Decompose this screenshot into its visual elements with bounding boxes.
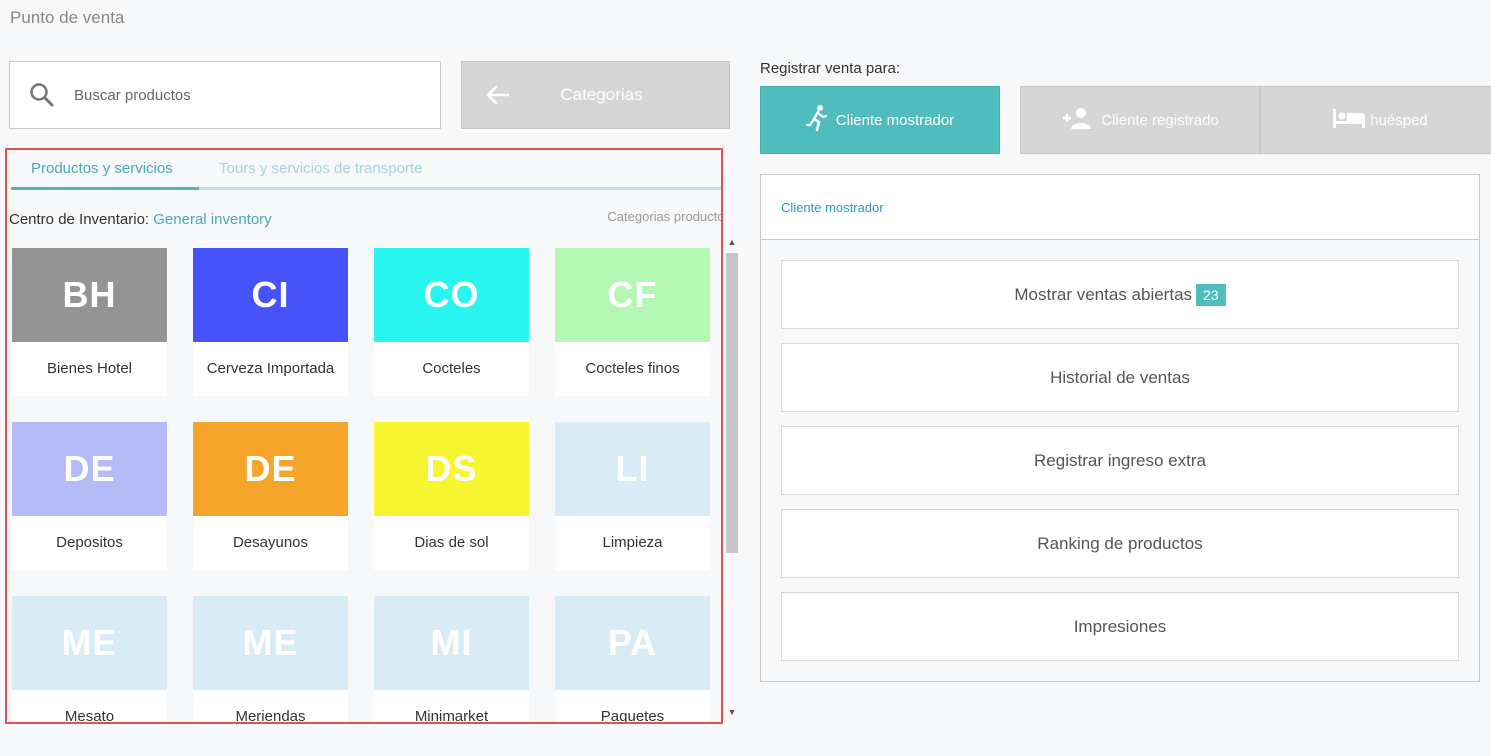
product-card[interactable]: CO Cocteles [374,248,529,396]
search-input[interactable] [74,86,404,104]
product-card[interactable]: ME Meriendas [193,596,348,724]
product-swatch: DE [12,422,167,516]
product-label: Cocteles finos [585,360,680,377]
product-label: Cocteles [422,360,481,377]
product-label: Limpieza [602,534,663,551]
product-label: Paquetes [600,708,665,724]
product-swatch: CI [193,248,348,342]
product-card[interactable]: LI Limpieza [555,422,710,570]
scroll-up-icon[interactable]: ▲ [724,235,740,249]
register-sale-label: Registrar venta para: [760,60,901,77]
inventory-row: Centro de Inventario: General inventory … [9,209,721,228]
register-extra-income-button[interactable]: Registrar ingreso extra [781,426,1459,495]
product-categories-link[interactable]: Categorias productos [607,209,721,224]
sales-history-button[interactable]: Historial de ventas [781,343,1459,412]
product-swatch: ME [12,596,167,690]
client-panel-title: Cliente mostrador [761,175,1479,240]
product-swatch: CO [374,248,529,342]
product-swatch: BH [12,248,167,342]
show-open-sales-button[interactable]: Mostrar ventas abiertas 23 [781,260,1459,329]
printing-label: Impresiones [1073,616,1167,636]
product-label: Mesato [64,708,115,724]
product-label: Cerveza Importada [206,360,335,377]
product-swatch: PA [555,596,710,690]
page-title: Punto de venta [10,8,125,27]
product-label: Meriendas [235,708,306,724]
printing-button[interactable]: Impresiones [781,592,1459,661]
product-swatch: MI [374,596,529,690]
product-ranking-label: Ranking de productos [1037,533,1203,553]
counter-client-button[interactable]: Cliente mostrador [760,86,1000,154]
product-label: Dias de sol [414,534,489,551]
categories-button[interactable]: Categorias [461,61,730,129]
counter-client-label: Cliente mostrador [835,111,955,129]
search-box[interactable] [9,61,441,129]
open-sales-count-badge: 23 [1196,283,1226,306]
product-swatch: DS [374,422,529,516]
product-card[interactable]: CI Cerveza Importada [193,248,348,396]
tab-productos-y-servicios[interactable]: Productos y servicios [11,150,199,190]
product-card[interactable]: DE Depositos [12,422,167,570]
product-card[interactable]: CF Cocteles finos [555,248,710,396]
arrow-left-icon [462,84,534,106]
product-swatch: DE [193,422,348,516]
product-card[interactable]: ME Mesato [12,596,167,724]
product-swatch: ME [193,596,348,690]
inventory-prefix: Centro de Inventario: [9,211,154,228]
product-label: Desayunos [232,534,309,551]
running-person-icon [805,104,828,136]
product-grid-scrollbar[interactable]: ▲ ▼ [724,235,740,719]
inventory-link[interactable]: General inventory [153,211,271,228]
guest-client-button[interactable]: huésped [1260,86,1491,154]
product-swatch: LI [555,422,710,516]
guest-client-label: huésped [1370,111,1428,129]
categories-button-label: Categorias [560,85,643,104]
product-label: Bienes Hotel [46,360,133,377]
scrollbar-thumb[interactable] [726,253,738,553]
register-extra-income-label: Registrar ingreso extra [1034,450,1206,470]
product-card[interactable]: BH Bienes Hotel [12,248,167,396]
add-user-icon [1061,106,1093,134]
sales-history-label: Historial de ventas [1050,367,1190,387]
show-open-sales-label: Mostrar ventas abiertas [1014,284,1193,304]
product-card[interactable]: DE Desayunos [193,422,348,570]
product-card[interactable]: PA Paquetes [555,596,710,724]
client-panel: Cliente mostrador Mostrar ventas abierta… [760,174,1480,682]
product-card[interactable]: MI Minimarket [374,596,529,724]
product-tabs: Productos y servicios Tours y servicios … [11,150,721,190]
registered-client-button[interactable]: Cliente registrado [1020,86,1260,154]
product-label: Depositos [56,534,123,551]
products-panel: Productos y servicios Tours y servicios … [5,148,723,724]
search-icon [10,82,74,108]
bed-icon [1332,107,1366,133]
scroll-down-icon[interactable]: ▼ [724,705,740,719]
registered-client-label: Cliente registrado [1101,111,1219,129]
product-card[interactable]: DS Dias de sol [374,422,529,570]
product-swatch: CF [555,248,710,342]
product-ranking-button[interactable]: Ranking de productos [781,509,1459,578]
tab-tours-y-transporte[interactable]: Tours y servicios de transporte [199,150,442,190]
product-label: Minimarket [414,708,489,724]
